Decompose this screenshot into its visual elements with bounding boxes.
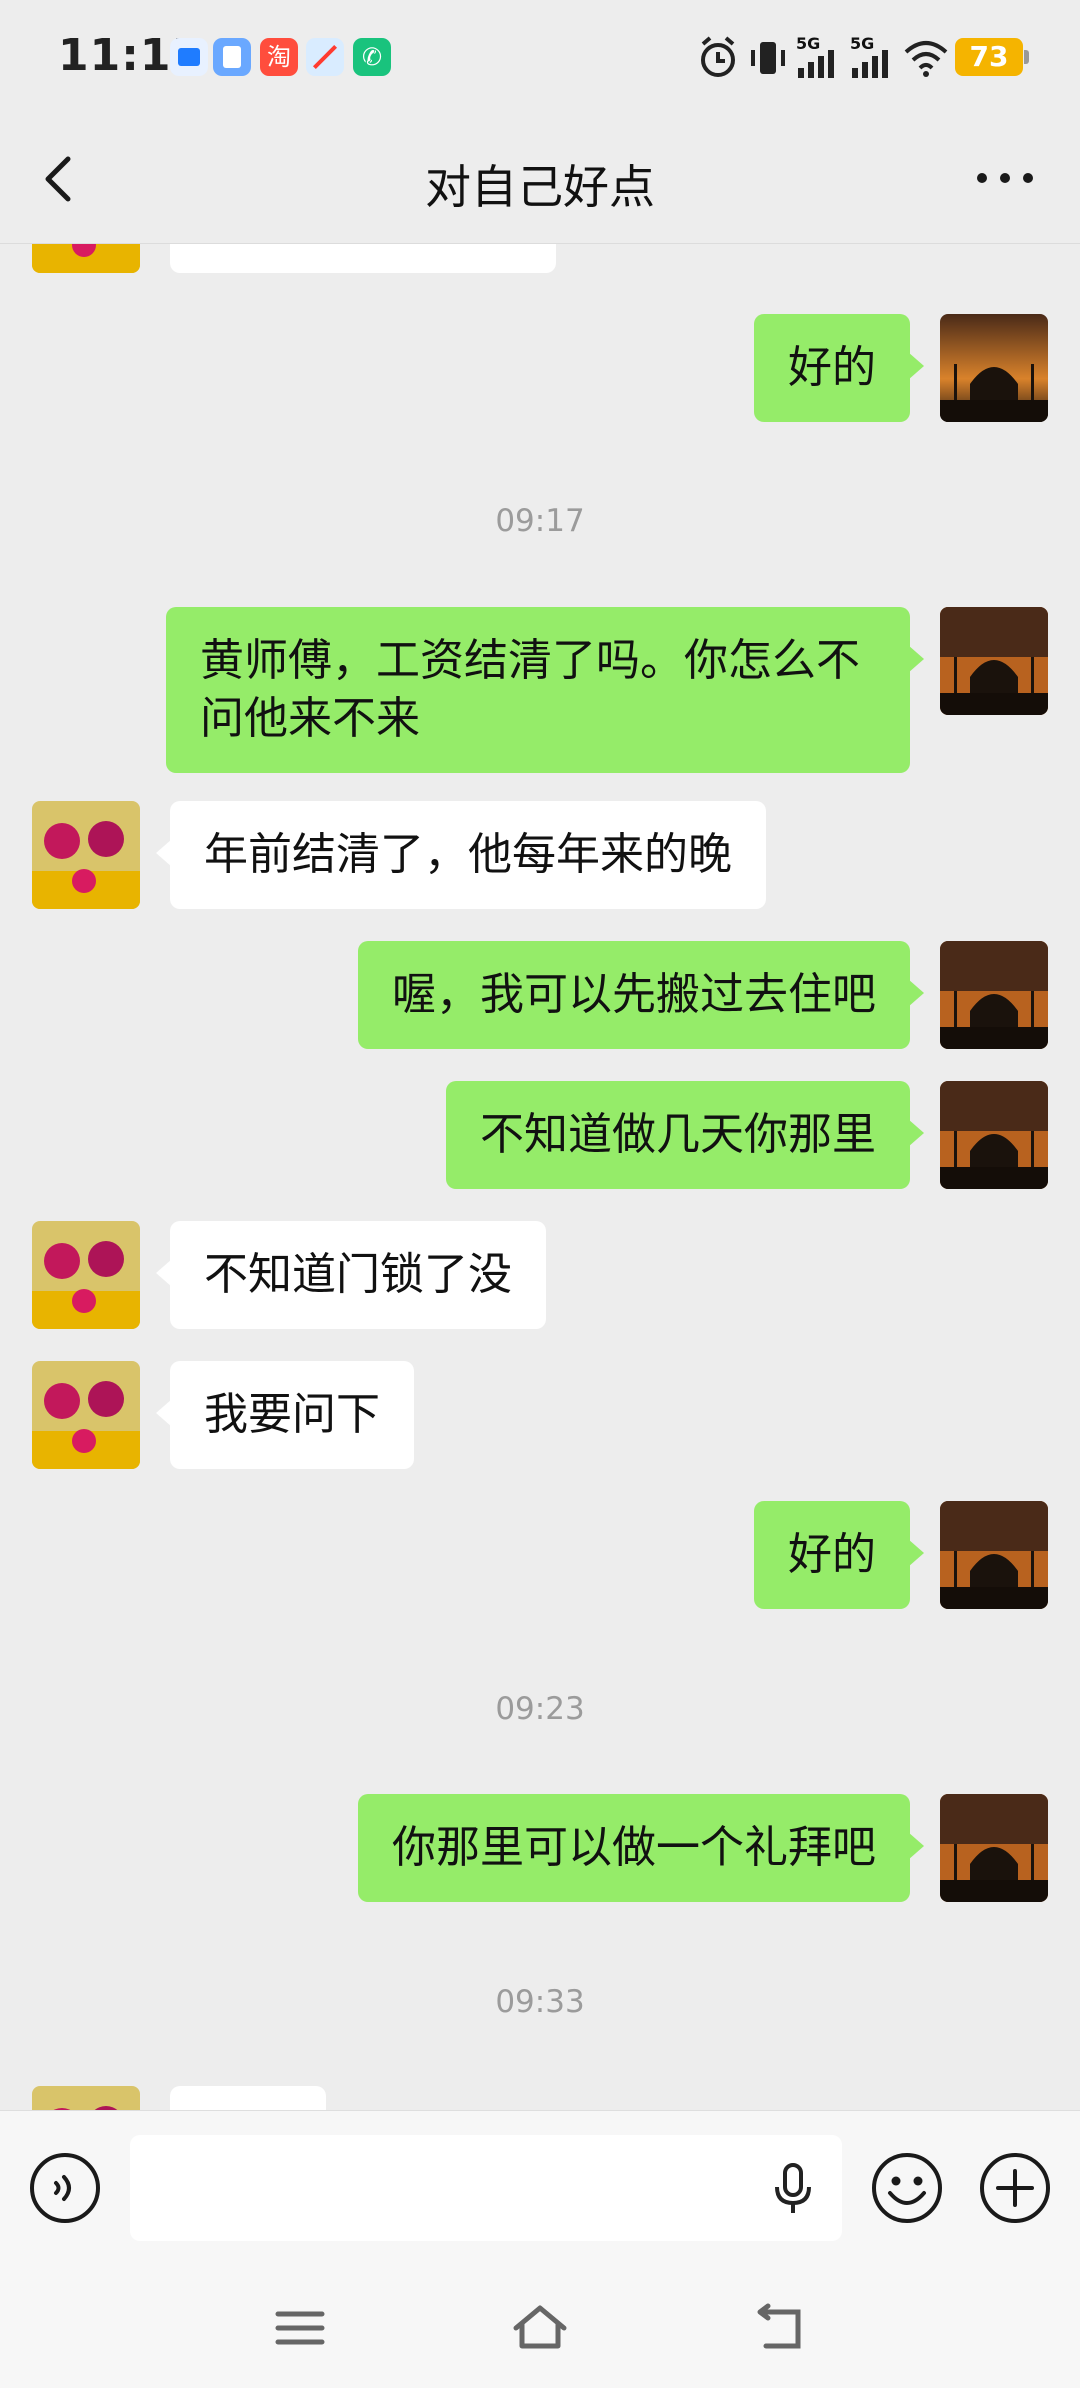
- voice-icon: [54, 2175, 71, 2201]
- contact-avatar[interactable]: [32, 1361, 140, 1469]
- user-avatar[interactable]: [940, 607, 1048, 715]
- message-bubble-outgoing[interactable]: 黄师傅，工资结清了吗。你怎么不问他来不来: [166, 607, 924, 773]
- message-bubble-incoming[interactable]: 不知道门锁了没: [156, 1221, 546, 1329]
- battery-icon: 73: [955, 38, 1029, 76]
- safari-icon: [306, 38, 344, 76]
- message-input[interactable]: [130, 2135, 842, 2241]
- message-bubble-outgoing[interactable]: 好的: [754, 314, 924, 422]
- voice-input-button[interactable]: [30, 2153, 100, 2223]
- phone-icon: ✆: [353, 38, 391, 76]
- message-bubble-outgoing[interactable]: 喔，我可以先搬过去住吧: [358, 941, 924, 1049]
- alarm-icon: [701, 36, 735, 77]
- message-bubble-outgoing[interactable]: 不知道做几天你那里: [446, 1081, 924, 1189]
- add-icon[interactable]: [978, 2151, 1052, 2225]
- menu-icon[interactable]: [270, 2298, 330, 2358]
- system-navigation-bar: [0, 2268, 1080, 2388]
- message-bubble-incoming[interactable]: [170, 2086, 326, 2110]
- taobao-icon: 淘: [260, 38, 298, 76]
- timestamp: 09:33: [495, 1984, 585, 2020]
- signal-5g-2: 5G: [850, 28, 896, 88]
- user-avatar[interactable]: [940, 1501, 1048, 1609]
- contact-avatar[interactable]: [32, 1221, 140, 1329]
- timestamp: 09:23: [495, 1691, 585, 1727]
- input-bar: [0, 2110, 1080, 2269]
- message-bubble-outgoing[interactable]: 你那里可以做一个礼拜吧: [358, 1794, 924, 1902]
- microphone-icon[interactable]: [770, 2163, 816, 2215]
- chat-title: 对自己好点: [425, 160, 655, 214]
- emoji-icon[interactable]: [870, 2151, 944, 2225]
- signal-5g-1: 5G: [796, 28, 842, 88]
- contact-avatar[interactable]: [32, 801, 140, 909]
- message-bubble-incoming[interactable]: 我要问下: [156, 1361, 414, 1469]
- more-icon[interactable]: [970, 153, 1040, 203]
- status-bar: 11:15 淘 ✆ 5G 5G 73: [0, 0, 1080, 115]
- message-bubble-incoming[interactable]: [170, 243, 556, 273]
- message-list: 好的 09:17 黄师傅，工资结清了吗。你怎么不问他来不来 年前结清了，他每年来…: [0, 243, 1080, 2110]
- chat-header: 对自己好点: [0, 115, 1080, 244]
- vibrate-icon: [751, 42, 785, 74]
- contact-avatar[interactable]: [32, 2086, 140, 2110]
- blue-app-icon: [170, 38, 208, 76]
- wifi-icon: [904, 41, 948, 77]
- contact-avatar[interactable]: [32, 243, 140, 273]
- message-bubble-incoming[interactable]: 年前结清了，他每年来的晚: [156, 801, 766, 909]
- user-avatar[interactable]: [940, 1081, 1048, 1189]
- back-nav-icon[interactable]: [750, 2298, 810, 2358]
- home-icon[interactable]: [510, 2298, 570, 2358]
- user-avatar[interactable]: [940, 314, 1048, 422]
- timestamp: 09:17: [495, 503, 585, 539]
- user-avatar[interactable]: [940, 1794, 1048, 1902]
- user-avatar[interactable]: [940, 941, 1048, 1049]
- message-bubble-outgoing[interactable]: 好的: [754, 1501, 924, 1609]
- file-app-icon: [213, 38, 251, 76]
